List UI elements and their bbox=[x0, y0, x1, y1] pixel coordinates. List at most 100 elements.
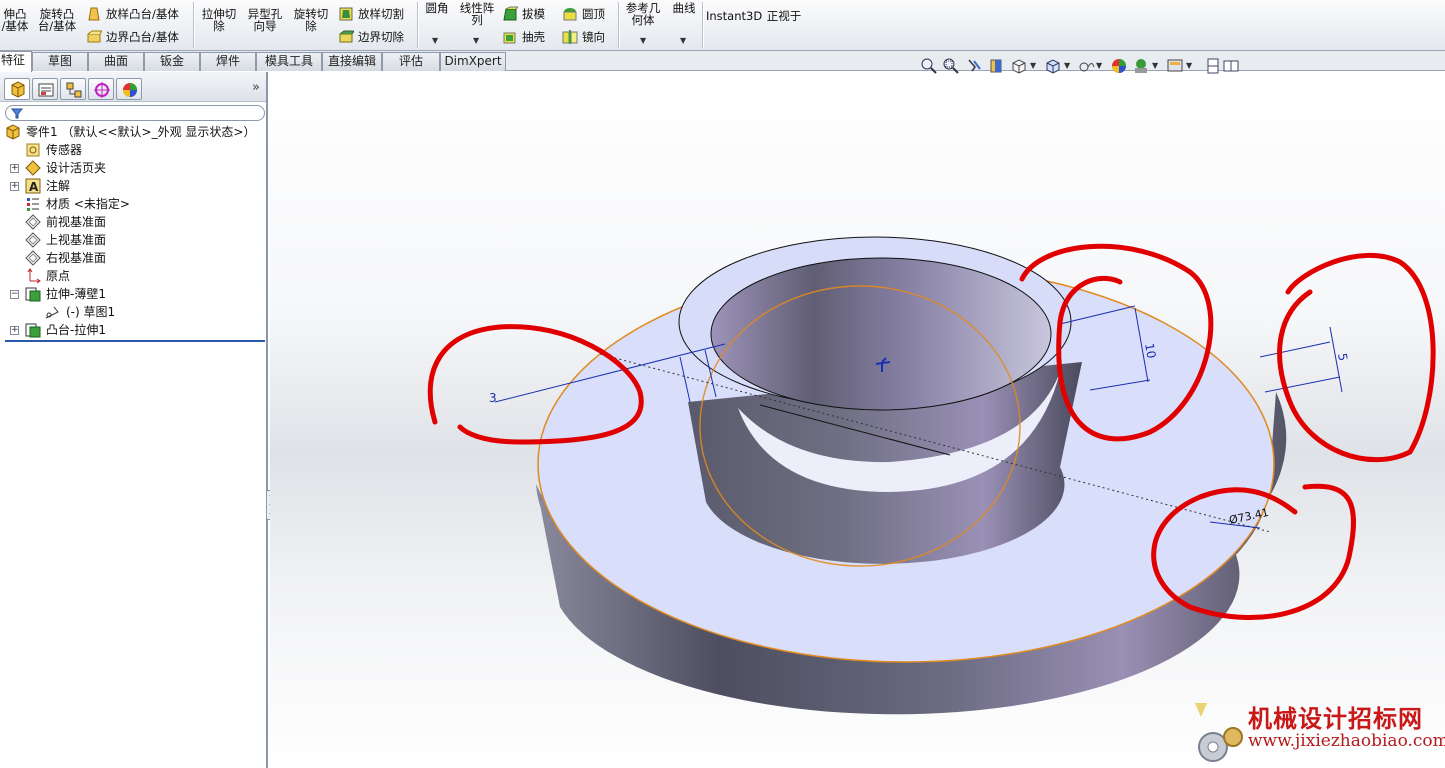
loft-cut-button[interactable]: 放样切割 bbox=[336, 5, 404, 23]
watermark-url: www.jixiezhaobiao.com bbox=[1248, 731, 1445, 751]
mirror-button[interactable]: 镜向 bbox=[560, 28, 605, 46]
expand-icon[interactable]: + bbox=[10, 182, 19, 191]
linear-pattern-dropdown-icon[interactable]: ▼ bbox=[473, 36, 479, 45]
loft-cut-label: 放样切割 bbox=[358, 7, 404, 21]
sketch-icon bbox=[45, 306, 59, 319]
boss-inner-bore[interactable] bbox=[710, 257, 1052, 411]
curves-dropdown-icon[interactable]: ▼ bbox=[680, 36, 686, 45]
view-orientation-dropdown-icon[interactable]: ▼ bbox=[1030, 61, 1036, 70]
revolve-boss-button[interactable]: 旋转凸 台/基体 bbox=[36, 8, 78, 32]
view-settings-dropdown-icon[interactable]: ▼ bbox=[1186, 61, 1192, 70]
tree-item-right-plane[interactable]: 右视基准面 bbox=[0, 249, 266, 267]
mirror-label: 镜向 bbox=[582, 30, 605, 44]
tree-item-label: 凸台-拉伸1 bbox=[46, 323, 106, 337]
feature-filter-input[interactable] bbox=[5, 105, 265, 121]
dome-button[interactable]: 圆顶 bbox=[560, 5, 605, 23]
boundary-boss-button[interactable]: 边界凸台/基体 bbox=[84, 28, 179, 46]
curves-button[interactable]: 曲线 bbox=[668, 2, 700, 14]
tab-evaluate[interactable]: 评估 bbox=[382, 52, 440, 71]
instant3d-button[interactable]: Instant3D bbox=[706, 10, 762, 22]
tab-sketch[interactable]: 草图 bbox=[32, 52, 88, 71]
display-manager-icon bbox=[123, 83, 137, 97]
ribbon-separator bbox=[618, 2, 619, 48]
dimension-label: 5 bbox=[1335, 352, 1350, 362]
tab-mold-tools[interactable]: 模具工具 bbox=[256, 52, 322, 71]
flange-model[interactable]: 10 5 3 Ø73.41 bbox=[270, 72, 1445, 768]
loft-boss-label: 放样凸台/基体 bbox=[106, 7, 179, 21]
draft-label: 拔模 bbox=[522, 7, 545, 21]
tab-direct-editing[interactable]: 直接编辑 bbox=[322, 52, 382, 71]
fillet-dropdown-icon[interactable]: ▼ bbox=[432, 36, 438, 45]
more-tabs-chevron-icon[interactable]: » bbox=[252, 80, 260, 95]
hole-wizard-label: 异型孔 向导 bbox=[247, 7, 283, 33]
apply-scene-dropdown-icon[interactable]: ▼ bbox=[1152, 61, 1158, 70]
property-manager-tab[interactable] bbox=[32, 78, 58, 100]
curves-label: 曲线 bbox=[672, 1, 696, 15]
property-manager-icon bbox=[38, 83, 54, 97]
display-style-dropdown-icon[interactable]: ▼ bbox=[1064, 61, 1070, 70]
material-icon bbox=[27, 198, 39, 211]
tree-item-sketch[interactable]: (-) 草图1 bbox=[0, 303, 266, 321]
boundary-cut-label: 边界切除 bbox=[358, 30, 404, 44]
tab-weldments[interactable]: 焊件 bbox=[200, 52, 256, 71]
dome-icon bbox=[563, 8, 577, 21]
tree-item-front-plane[interactable]: 前视基准面 bbox=[0, 213, 266, 231]
loft-boss-icon bbox=[88, 7, 100, 21]
reference-geometry-dropdown-icon[interactable]: ▼ bbox=[640, 36, 646, 45]
configuration-manager-tab[interactable] bbox=[60, 78, 86, 100]
tree-item-design-binder[interactable]: + 设计活页夹 bbox=[0, 159, 266, 177]
boundary-boss-label: 边界凸台/基体 bbox=[106, 30, 179, 44]
dimension-label: 3 bbox=[489, 391, 497, 405]
boundary-cut-button[interactable]: 边界切除 bbox=[336, 28, 404, 46]
tree-item-part[interactable]: 零件1 （默认<<默认>_外观 显示状态>） bbox=[0, 123, 266, 141]
tree-item-label: (-) 草图1 bbox=[66, 305, 116, 319]
dimxpert-manager-tab[interactable] bbox=[88, 78, 114, 100]
tab-features[interactable]: 特征 bbox=[0, 51, 32, 72]
extrude-cut-button[interactable]: 拉伸切 除 bbox=[198, 8, 240, 32]
tree-item-label: 注解 bbox=[46, 179, 71, 193]
tree-item-top-plane[interactable]: 上视基准面 bbox=[0, 231, 266, 249]
plane-icon bbox=[25, 250, 41, 266]
collapse-icon[interactable]: − bbox=[10, 290, 19, 299]
shell-label: 抽壳 bbox=[522, 30, 545, 44]
linear-pattern-button[interactable]: 线性阵 列 bbox=[456, 2, 498, 26]
extrude-boss-button[interactable]: 伸凸 /基体 bbox=[0, 8, 30, 32]
tab-dimxpert[interactable]: DimXpert bbox=[440, 52, 506, 71]
loft-boss-button[interactable]: 放样凸台/基体 bbox=[84, 5, 179, 23]
shell-button[interactable]: 抽壳 bbox=[500, 28, 545, 46]
draft-button[interactable]: 拔模 bbox=[500, 5, 545, 23]
ribbon-separator bbox=[702, 2, 703, 48]
tree-item-label: 拉伸-薄壁1 bbox=[46, 287, 106, 301]
tree-item-label: 原点 bbox=[46, 269, 71, 283]
plane-icon bbox=[25, 232, 41, 248]
dimension-height-outer[interactable]: 5 bbox=[1259, 326, 1350, 393]
reference-geometry-button[interactable]: 参考几 何体 bbox=[622, 2, 664, 26]
mirror-icon bbox=[562, 30, 578, 44]
expand-icon[interactable]: + bbox=[10, 326, 19, 335]
plane-icon bbox=[25, 214, 41, 230]
extrude-cut-label: 拉伸切 除 bbox=[201, 7, 237, 33]
hole-wizard-button[interactable]: 异型孔 向导 bbox=[244, 8, 286, 32]
revolve-boss-label: 旋转凸 台/基体 bbox=[37, 7, 77, 33]
tree-item-sensors[interactable]: 传感器 bbox=[0, 141, 266, 159]
display-manager-tab[interactable] bbox=[116, 78, 142, 100]
rollback-bar[interactable] bbox=[5, 340, 265, 342]
revolve-cut-button[interactable]: 旋转切 除 bbox=[290, 8, 332, 32]
fillet-button[interactable]: 圆角 bbox=[422, 2, 452, 14]
tab-sheet-metal[interactable]: 钣金 bbox=[144, 52, 200, 71]
hide-show-dropdown-icon[interactable]: ▼ bbox=[1096, 61, 1102, 70]
annotation-circle-outer-height bbox=[1277, 252, 1436, 463]
expand-icon[interactable]: + bbox=[10, 164, 19, 173]
tree-item-label: 传感器 bbox=[46, 143, 83, 157]
origin-icon bbox=[27, 268, 41, 284]
tree-item-material[interactable]: 材质 <未指定> bbox=[0, 195, 266, 213]
tree-item-boss-extrude[interactable]: + 凸台-拉伸1 bbox=[0, 321, 266, 339]
tree-item-extrude-thin[interactable]: − 拉伸-薄壁1 bbox=[0, 285, 266, 303]
tree-item-origin[interactable]: 原点 bbox=[0, 267, 266, 285]
feature-tree-tab[interactable] bbox=[4, 78, 30, 100]
normal-to-button[interactable]: 正视于 bbox=[764, 10, 804, 22]
tree-item-annotations[interactable]: + A 注解 bbox=[0, 177, 266, 195]
extrude-feature-icon bbox=[25, 323, 41, 338]
draft-icon bbox=[503, 6, 518, 21]
tab-surfaces[interactable]: 曲面 bbox=[88, 52, 144, 71]
